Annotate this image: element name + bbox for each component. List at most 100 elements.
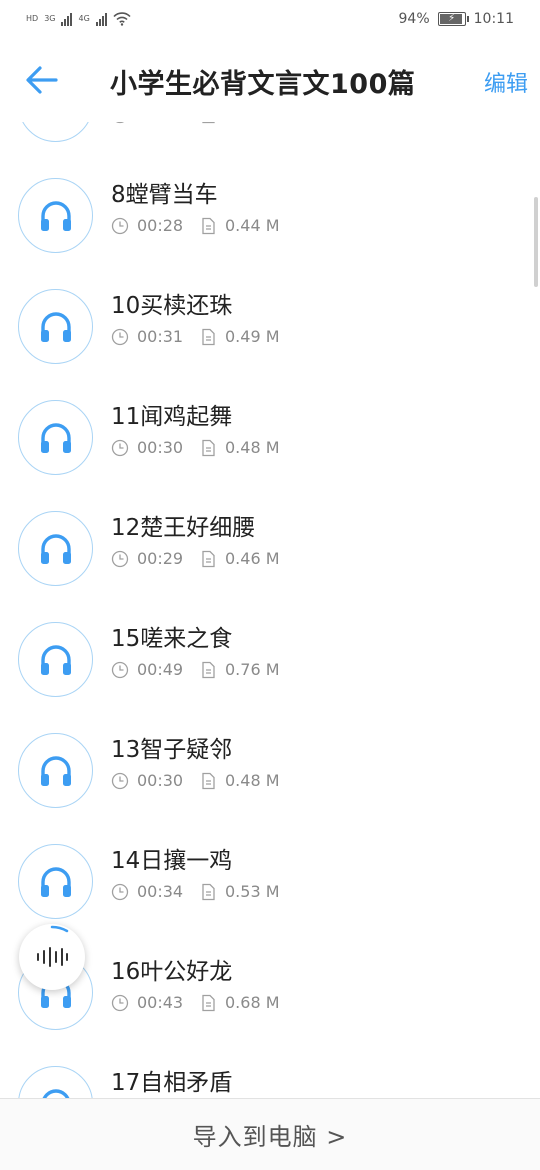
audio-title: 12楚王好细腰 (111, 515, 256, 541)
clock-icon (111, 550, 129, 567)
audio-list-item[interactable]: 13智子疑邻 00:30 0.48 M (0, 708, 540, 819)
file-icon (202, 328, 215, 345)
audio-size: 0.53 M (225, 882, 280, 901)
back-button[interactable] (22, 62, 62, 98)
audio-meta: 00:43 0.68 M (111, 993, 280, 1012)
scrollbar-thumb[interactable] (534, 197, 538, 287)
signal-icon (61, 12, 73, 26)
audio-list-item[interactable]: 11闻鸡起舞 00:30 0.48 M (0, 375, 540, 486)
audio-size: 0.44 M (225, 216, 280, 235)
file-icon (202, 994, 215, 1011)
audio-title: 14日攘一鸡 (111, 848, 233, 874)
audio-avatar (18, 622, 93, 697)
audio-avatar (18, 178, 93, 253)
audio-size: 0.54 M (225, 122, 280, 124)
audio-duration: 00:30 (137, 438, 184, 457)
edit-button[interactable]: 编辑 (484, 66, 528, 98)
audio-list-item[interactable]: 12楚王好细腰 00:29 0.46 M (0, 486, 540, 597)
audio-title: 13智子疑邻 (111, 737, 233, 763)
audio-avatar (18, 844, 93, 919)
page-title: 小学生必背文言文100篇 (110, 69, 416, 100)
clock-icon (111, 217, 129, 234)
audio-meta: 00:30 0.48 M (111, 438, 280, 457)
clock: 10:11 (473, 11, 514, 27)
battery-percent: 94% (398, 11, 430, 27)
file-icon (202, 883, 215, 900)
footer-bar: 导入到电脑 > (0, 1098, 540, 1170)
headphones-icon (41, 1088, 70, 1098)
audio-duration: 00:28 (137, 216, 184, 235)
wifi-icon (113, 12, 131, 26)
file-icon (202, 772, 215, 789)
audio-title: 8螳臂当车 (111, 182, 218, 208)
headphones-icon (40, 200, 71, 231)
headphones-icon (40, 755, 71, 786)
audio-meta: 00:34 0.53 M (111, 882, 280, 901)
headphones-icon (40, 422, 71, 453)
audio-meta: 00:31 0.49 M (111, 327, 280, 346)
audio-avatar (18, 733, 93, 808)
audio-list-item[interactable]: 00:34 0.54 M (0, 122, 540, 153)
export-to-computer-button[interactable]: 导入到电脑 > (193, 1117, 348, 1152)
network-4g-label: 4G (78, 14, 90, 23)
audio-size: 0.76 M (225, 660, 280, 679)
audio-list-item[interactable]: 8螳臂当车 00:28 0.44 M (0, 153, 540, 264)
clock-icon (111, 772, 129, 789)
audio-list-item[interactable]: 17自相矛盾 (0, 1041, 540, 1098)
audio-avatar (18, 289, 93, 364)
hd-indicator: HD (26, 14, 39, 23)
status-left: HD 3G 4G (26, 12, 131, 26)
audio-duration: 00:49 (137, 660, 184, 679)
audio-avatar (18, 400, 93, 475)
audio-avatar (18, 511, 93, 586)
clock-icon (111, 661, 129, 678)
status-right: 94% ⚡ 10:11 (399, 11, 514, 27)
audio-duration: 00:31 (137, 327, 184, 346)
headphones-icon (40, 533, 71, 564)
file-icon (202, 217, 215, 234)
arrow-left-icon (26, 66, 58, 94)
audio-list-item[interactable]: 15嗟来之食 00:49 0.76 M (0, 597, 540, 708)
headphones-icon (40, 311, 71, 342)
signal-icon-2 (95, 12, 107, 26)
battery-icon: ⚡ (437, 12, 469, 26)
clock-icon (111, 328, 129, 345)
audio-meta: 00:30 0.48 M (111, 771, 280, 790)
headphones-icon (40, 866, 71, 897)
audio-duration: 00:34 (137, 882, 184, 901)
audio-duration: 00:43 (137, 993, 184, 1012)
audio-size: 0.68 M (225, 993, 280, 1012)
file-icon (202, 122, 215, 123)
clock-icon (111, 439, 129, 456)
audio-duration: 00:34 (137, 122, 199, 124)
audio-duration: 00:29 (137, 549, 184, 568)
file-icon (202, 439, 215, 456)
audio-meta: 00:28 0.44 M (111, 216, 280, 235)
audio-size: 0.49 M (225, 327, 280, 346)
audio-list-item[interactable]: 14日攘一鸡 00:34 0.53 M (0, 819, 540, 930)
file-icon (202, 550, 215, 567)
clock-icon (116, 122, 124, 123)
audio-title: 16叶公好龙 (111, 959, 233, 985)
audio-list-item[interactable]: 10买椟还珠 00:31 0.49 M (0, 264, 540, 375)
header: 小学生必背文言文100篇 编辑 (0, 38, 540, 122)
progress-ring (50, 925, 69, 933)
audio-meta: 00:49 0.76 M (111, 660, 280, 679)
audio-size: 0.48 M (225, 771, 280, 790)
floating-player-button[interactable] (19, 924, 85, 990)
status-bar: HD 3G 4G 94% ⚡ 10:11 (0, 0, 540, 38)
audio-avatar (18, 1066, 93, 1098)
audio-size: 0.46 M (225, 549, 280, 568)
network-3g-label: 3G (44, 14, 56, 23)
headphones-icon (40, 644, 71, 675)
audio-meta: 00:29 0.46 M (111, 549, 280, 568)
file-icon (202, 661, 215, 678)
audio-meta: 00:34 0.54 M (111, 122, 280, 124)
clock-icon (111, 883, 129, 900)
audio-title: 11闻鸡起舞 (111, 404, 233, 430)
audio-title: 15嗟来之食 (111, 626, 233, 652)
audio-title: 10买椟还珠 (111, 293, 233, 319)
audio-size: 0.48 M (225, 438, 280, 457)
audio-avatar (18, 122, 93, 142)
audio-title: 17自相矛盾 (111, 1070, 233, 1096)
